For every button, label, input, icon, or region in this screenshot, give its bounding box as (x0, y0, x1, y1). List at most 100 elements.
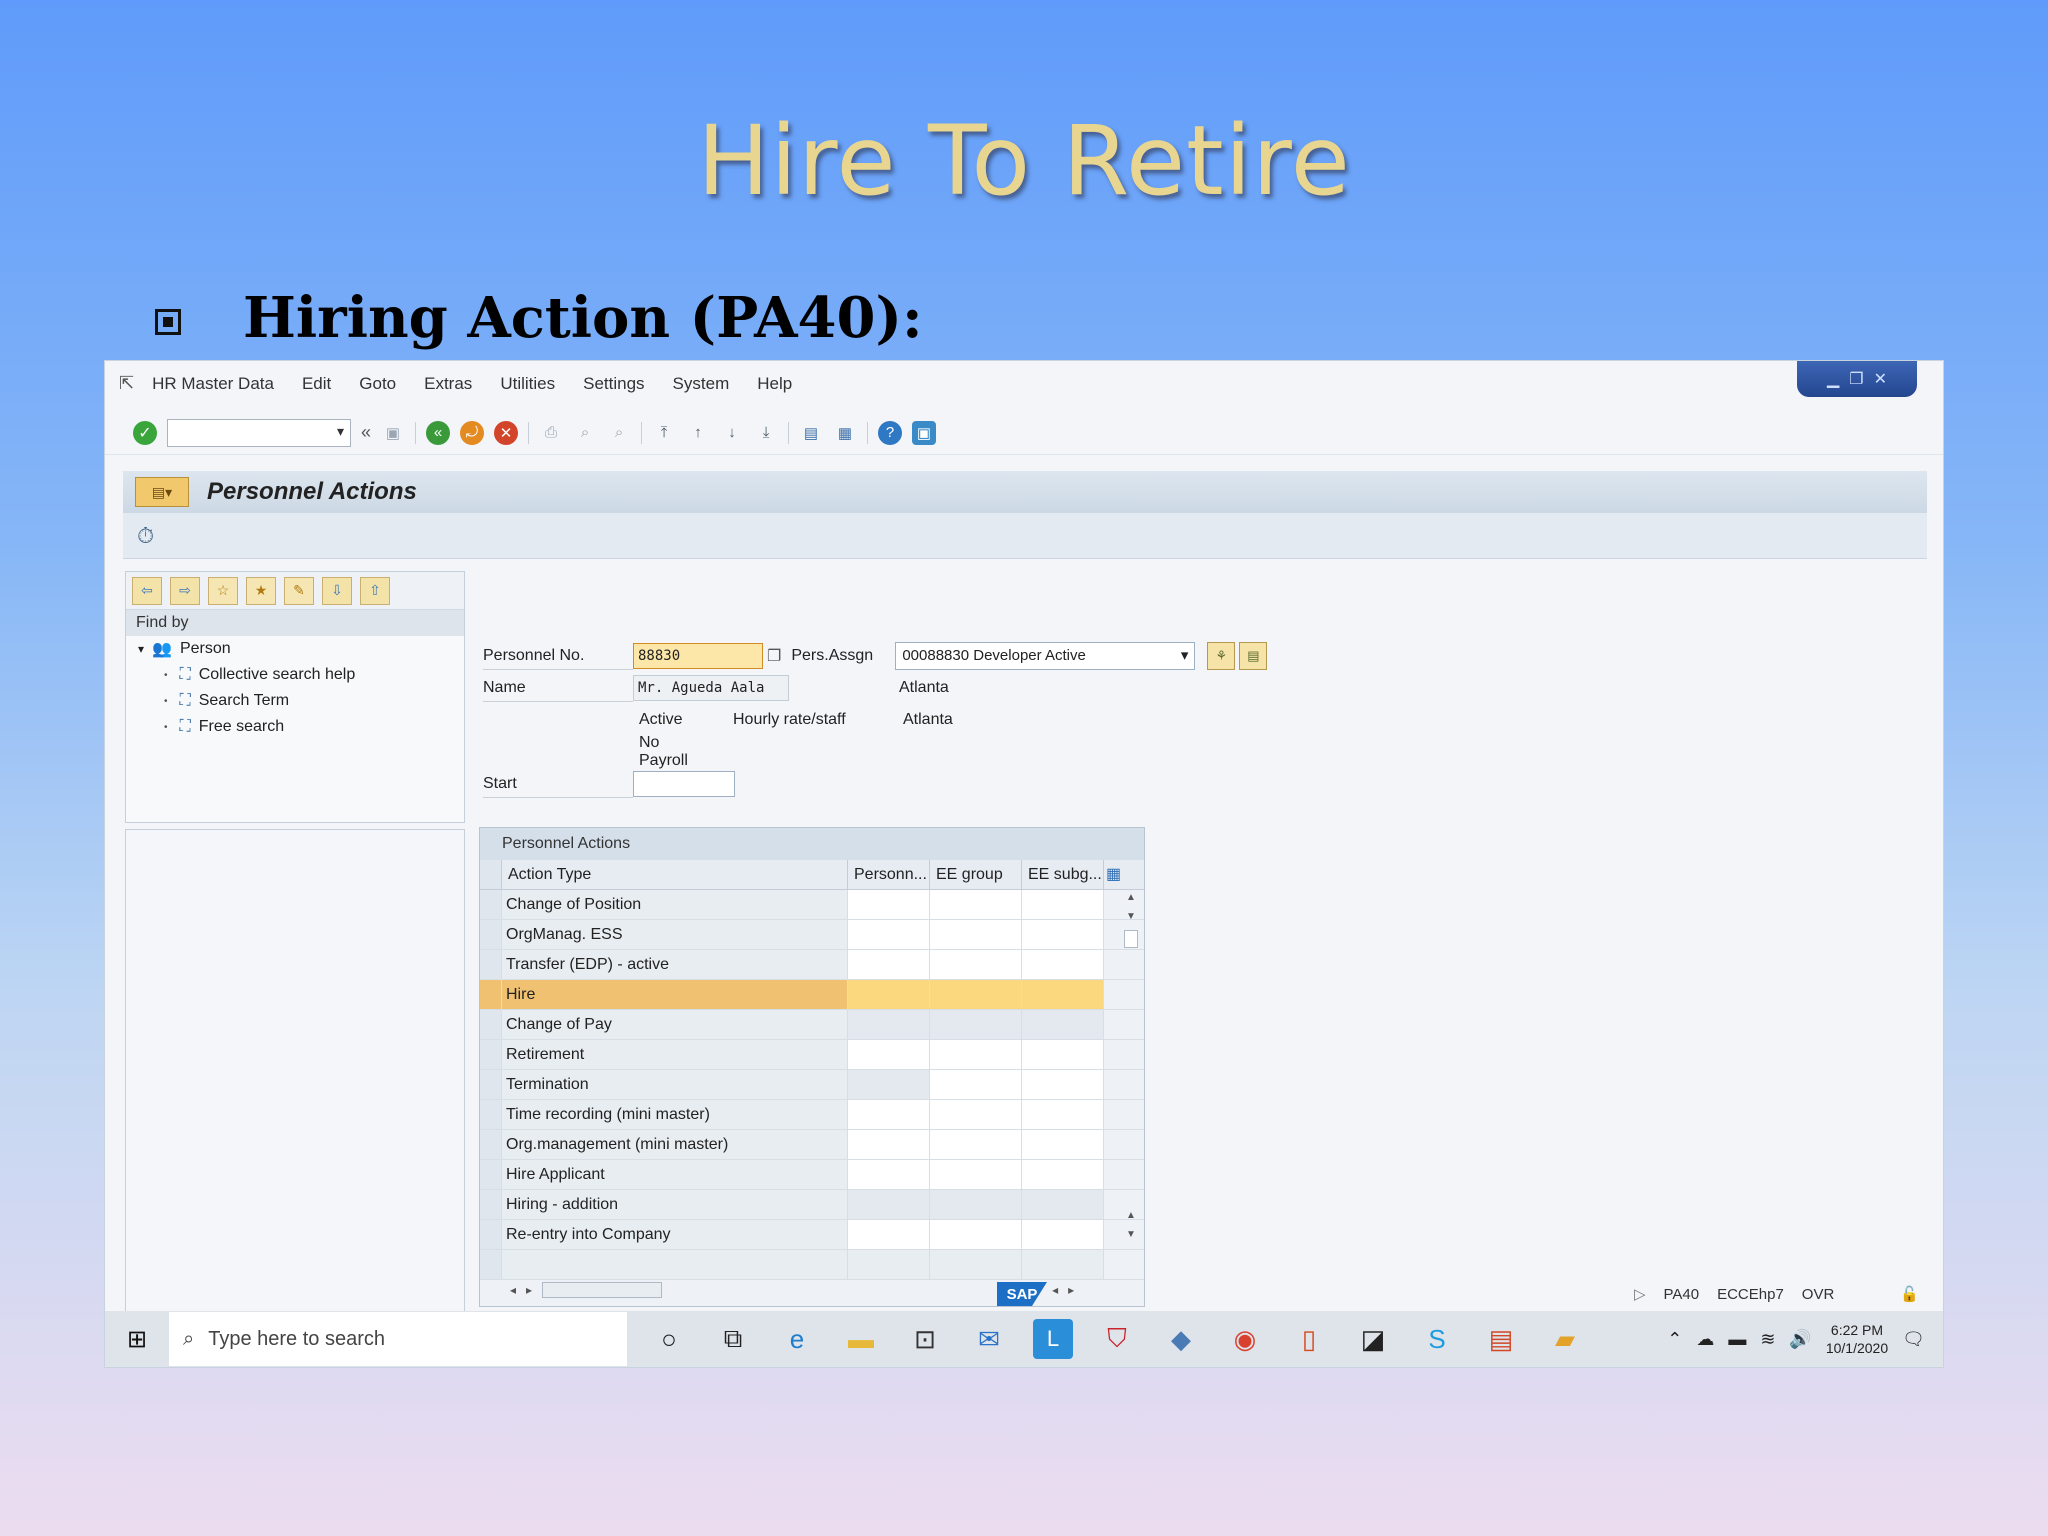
cortana-icon[interactable]: ○ (649, 1319, 689, 1359)
menu-goto[interactable]: Goto (359, 374, 396, 394)
start-date-input[interactable] (633, 771, 735, 797)
tree-node-person[interactable]: ▾ 👥 Person (126, 636, 464, 662)
print-icon[interactable]: ⎙ (539, 421, 563, 445)
new-session-icon[interactable]: ▤ (799, 421, 823, 445)
menu-extras[interactable]: Extras (424, 374, 472, 394)
l-app-icon[interactable]: L (1033, 1319, 1073, 1359)
personnel-no-input[interactable]: 88830 (633, 643, 763, 669)
sap-gui-icon[interactable]: ▰ (1545, 1319, 1585, 1359)
caret-down-icon[interactable]: ▾ (138, 642, 144, 656)
taskbar-clock[interactable]: 6:22 PM 10/1/2020 (1826, 1321, 1888, 1357)
transaction-code[interactable]: PA40 (1664, 1286, 1700, 1303)
task-view-icon[interactable]: ⧉ (713, 1319, 753, 1359)
org-assignment-icon[interactable]: ⚘ (1207, 642, 1236, 670)
back-icon[interactable]: « (426, 420, 451, 445)
wifi-icon[interactable]: ≋ (1760, 1329, 1775, 1350)
mcafee-icon[interactable]: ⛉ (1097, 1319, 1137, 1359)
edge-icon[interactable]: e (777, 1319, 817, 1359)
tree-item-free-search[interactable]: • ⛶ Free search (126, 714, 464, 740)
powerpoint-icon[interactable]: ▤ (1481, 1319, 1521, 1359)
menu-system[interactable]: System (673, 374, 730, 394)
exit-icon[interactable]: ⤾ (460, 420, 485, 445)
file-explorer-icon[interactable]: ▬ (841, 1319, 881, 1359)
battery-icon[interactable]: ▬ (1728, 1329, 1746, 1350)
nav-forward-icon[interactable]: ⇨ (170, 576, 200, 605)
scroll-down-icon[interactable]: ▼ (1122, 1229, 1140, 1240)
favorites-icon[interactable]: ★ (246, 576, 276, 605)
next-page-icon[interactable]: ↓ (720, 421, 744, 445)
shortcut-icon[interactable]: ▦ (833, 421, 857, 445)
enter-check-icon[interactable]: ✓ (133, 420, 157, 445)
table-row[interactable]: Time recording (mini master) (480, 1100, 1144, 1130)
menu-settings[interactable]: Settings (583, 374, 644, 394)
copy-icon[interactable]: ❐ (767, 646, 781, 666)
minimize-icon[interactable]: ▁ (1827, 369, 1839, 389)
help-icon[interactable]: ? (878, 420, 903, 445)
collapse-all-icon[interactable]: ⇧ (360, 576, 390, 605)
chrome-icon[interactable]: ◉ (1225, 1319, 1265, 1359)
table-row[interactable]: Change of Position (480, 890, 1144, 920)
execute-clock-icon[interactable]: ⏱ (137, 523, 154, 549)
expand-all-icon[interactable]: ⇩ (322, 576, 352, 605)
col-action-type[interactable]: Action Type (502, 860, 848, 889)
table-row[interactable]: Org.management (mini master) (480, 1130, 1144, 1160)
col-ee-subgroup[interactable]: EE subg... (1022, 860, 1104, 889)
menu-utilities[interactable]: Utilities (500, 374, 555, 394)
skype-icon[interactable]: S (1417, 1319, 1457, 1359)
input-mode[interactable]: OVR (1802, 1286, 1835, 1303)
menu-edit[interactable]: Edit (302, 374, 331, 394)
table-row-selected[interactable]: Hire (480, 980, 1144, 1010)
find-next-icon[interactable]: ⌕ (607, 421, 631, 445)
col-ee-group[interactable]: EE group (930, 860, 1022, 889)
nav-back-icon[interactable]: ⇦ (132, 576, 162, 605)
table-row[interactable]: Hire Applicant (480, 1160, 1144, 1190)
tree-item-collective-search[interactable]: • ⛶ Collective search help (126, 662, 464, 688)
menu-help[interactable]: Help (757, 374, 792, 394)
menu-exit-icon[interactable]: ⇱ (119, 373, 134, 394)
scroll-up-icon[interactable]: ▲ (1122, 892, 1140, 903)
table-row[interactable]: Termination (480, 1070, 1144, 1100)
first-page-icon[interactable]: ⤒ (652, 421, 676, 445)
table-row[interactable]: Retirement (480, 1040, 1144, 1070)
tree-item-search-term[interactable]: • ⛶ Search Term (126, 688, 464, 714)
office-icon[interactable]: ▯ (1289, 1319, 1329, 1359)
table-row[interactable]: Re-entry into Company (480, 1220, 1144, 1250)
windows-start-icon[interactable]: ⊞ (105, 1311, 169, 1367)
collapse-icon[interactable]: « (361, 422, 371, 443)
scroll-up-icon[interactable]: ▲ (1122, 1210, 1140, 1221)
store-icon[interactable]: ⊡ (905, 1319, 945, 1359)
tray-chevron-icon[interactable]: ⌃ (1667, 1329, 1682, 1350)
layout-menu-icon[interactable]: ▣ (912, 420, 937, 445)
menu-hr-master-data[interactable]: HR Master Data (152, 374, 274, 394)
add-favorite-icon[interactable]: ☆ (208, 576, 238, 605)
table-row[interactable]: Hiring - addition (480, 1190, 1144, 1220)
notifications-icon[interactable]: 🗨 (1902, 1329, 1925, 1350)
taskbar-search[interactable]: ⌕ Type here to search (169, 1312, 627, 1366)
last-page-icon[interactable]: ⤓ (754, 421, 778, 445)
pers-assign-select[interactable]: 00088830 Developer Active (895, 642, 1196, 670)
previous-page-icon[interactable]: ↑ (686, 421, 710, 445)
restore-icon[interactable]: ❐ (1849, 369, 1863, 389)
col-personnel[interactable]: Personn... (848, 860, 930, 889)
lock-icon[interactable]: 🔓 (1900, 1285, 1919, 1303)
expand-status-icon[interactable]: ▷ (1634, 1285, 1646, 1303)
volume-icon[interactable]: 🔊 (1789, 1329, 1811, 1350)
screen-menu-icon[interactable]: ▤▾ (135, 477, 189, 507)
table-row[interactable]: OrgManag. ESS (480, 920, 1144, 950)
find-icon[interactable]: ⌕ (573, 421, 597, 445)
scroll-thumb[interactable] (1124, 930, 1138, 948)
cancel-icon[interactable]: ✕ (494, 420, 519, 445)
command-field[interactable] (167, 418, 351, 447)
mail-icon[interactable]: ✉ (969, 1319, 1009, 1359)
onedrive-icon[interactable]: ☁ (1696, 1329, 1714, 1350)
assignment-details-icon[interactable]: ▤ (1239, 642, 1268, 670)
save-icon[interactable]: ▣ (381, 421, 405, 445)
sticky-notes-icon[interactable]: ◪ (1353, 1319, 1393, 1359)
table-row[interactable]: Change of Pay (480, 1010, 1144, 1040)
close-icon[interactable]: ✕ (1874, 369, 1887, 389)
edit-favorites-icon[interactable]: ✎ (284, 576, 314, 605)
scroll-down-icon[interactable]: ▼ (1122, 911, 1140, 922)
sap-logon-icon[interactable]: ◆ (1161, 1319, 1201, 1359)
table-vertical-scrollbar[interactable]: ▲ ▼ ▲ ▼ (1122, 892, 1140, 1272)
table-row[interactable]: Transfer (EDP) - active (480, 950, 1144, 980)
